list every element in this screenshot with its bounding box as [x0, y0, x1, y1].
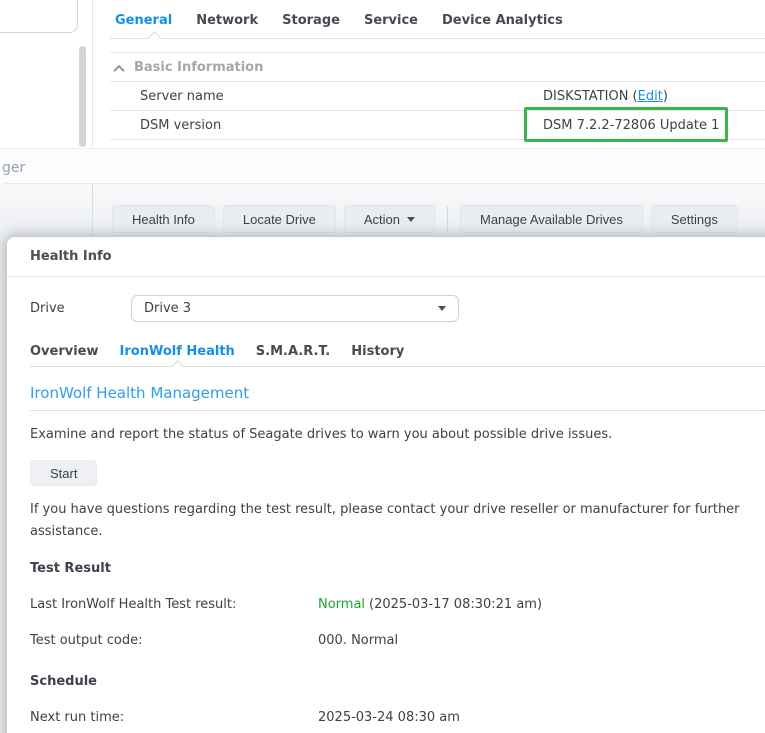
drive-label: Drive: [30, 301, 131, 316]
last-test-row: Last IronWolf Health Test result: Normal…: [30, 597, 765, 612]
toolbar-buttons: Health Info Locate Drive Action Manage A…: [112, 205, 738, 233]
output-code-label: Test output code:: [30, 633, 318, 648]
health-info-button-label: Health Info: [132, 212, 195, 227]
control-panel-tabs: General Network Storage Service Device A…: [92, 0, 765, 28]
locate-drive-button[interactable]: Locate Drive: [223, 205, 336, 233]
tab-overview[interactable]: Overview: [30, 344, 99, 359]
status-badge: Normal: [318, 597, 365, 612]
output-code-row: Test output code: 000. Normal: [30, 633, 765, 648]
toolbar-sidebar-divider: [92, 184, 93, 239]
next-run-value: 2025-03-24 08:30 am: [318, 710, 460, 725]
start-button[interactable]: Start: [30, 460, 97, 486]
manage-available-drives-button[interactable]: Manage Available Drives: [460, 205, 643, 233]
tab-smart[interactable]: S.M.A.R.T.: [256, 344, 330, 359]
toolbar-separator: [447, 206, 448, 232]
active-tab-notch: [148, 31, 161, 44]
ironwolf-heading: IronWolf Health Management: [30, 384, 765, 411]
drive-select-value: Drive 3: [144, 301, 438, 316]
row-divider: [110, 139, 765, 140]
row-divider: [110, 81, 765, 82]
sidebar-search-input[interactable]: [0, 0, 78, 33]
storage-manager-toolbar: Health Info Locate Drive Action Manage A…: [0, 183, 765, 238]
health-info-button[interactable]: Health Info: [112, 205, 215, 233]
storage-manager-window: ger Health Info Locate Drive Action Mana…: [0, 148, 765, 237]
drive-selector-row: Drive Drive 3: [30, 295, 765, 322]
description-text: Examine and report the status of Seagate…: [30, 424, 765, 446]
locate-drive-button-label: Locate Drive: [243, 212, 316, 227]
chevron-up-icon: [113, 65, 124, 76]
next-run-label: Next run time:: [30, 710, 318, 725]
tab-underline: [110, 38, 765, 39]
basic-information-section-header[interactable]: Basic Information: [115, 60, 263, 75]
action-dropdown-button[interactable]: Action: [344, 205, 435, 233]
last-test-label: Last IronWolf Health Test result:: [30, 597, 318, 612]
settings-button-label: Settings: [671, 212, 718, 227]
tab-history[interactable]: History: [351, 344, 404, 359]
section-title: Basic Information: [134, 60, 263, 75]
start-button-label: Start: [50, 466, 77, 481]
settings-button[interactable]: Settings: [651, 205, 738, 233]
output-code-value: 000. Normal: [318, 633, 398, 648]
next-run-row: Next run time: 2025-03-24 08:30 am: [30, 710, 765, 725]
tab-ironwolf-health[interactable]: IronWolf Health: [120, 344, 235, 359]
window-title-partial: ger: [2, 160, 25, 176]
divider-line: [110, 52, 765, 53]
server-name-value: DISKSTATION (Edit): [543, 89, 668, 104]
active-tab-notch: [171, 360, 184, 373]
health-info-dialog: Health Info Drive Drive 3 Overview IronW…: [7, 237, 765, 733]
drive-select[interactable]: Drive 3: [131, 295, 459, 322]
test-result-title: Test Result: [30, 561, 765, 576]
manage-available-drives-button-label: Manage Available Drives: [480, 212, 623, 227]
caret-down-icon: [438, 306, 446, 311]
edit-link[interactable]: Edit: [638, 89, 663, 104]
server-name-text: DISKSTATION (: [543, 89, 638, 104]
sidebar-scrollbar-thumb[interactable]: [79, 46, 86, 147]
last-test-value: Normal (2025-03-17 08:30:21 am): [318, 597, 542, 612]
server-name-suffix: ): [663, 89, 668, 104]
dialog-title: Health Info: [30, 249, 112, 264]
dsm-version-value: DSM 7.2.2-72806 Update 1: [543, 118, 719, 133]
tab-device-analytics[interactable]: Device Analytics: [442, 13, 563, 28]
control-panel-window: General Network Storage Service Device A…: [0, 0, 765, 148]
tab-service[interactable]: Service: [364, 13, 418, 28]
dsm-version-label: DSM version: [140, 118, 221, 133]
schedule-title: Schedule: [30, 674, 765, 689]
control-panel-content: General Network Storage Service Device A…: [92, 0, 765, 148]
row-divider: [110, 110, 765, 111]
dialog-tabs: Overview IronWolf Health S.M.A.R.T. Hist…: [30, 344, 765, 367]
tab-general[interactable]: General: [115, 13, 172, 28]
action-button-label: Action: [364, 212, 400, 227]
server-name-label: Server name: [140, 89, 224, 104]
tab-network[interactable]: Network: [196, 13, 258, 28]
last-test-timestamp: (2025-03-17 08:30:21 am): [369, 597, 542, 612]
tab-storage[interactable]: Storage: [282, 13, 340, 28]
caret-down-icon: [407, 217, 415, 222]
note-text: If you have questions regarding the test…: [30, 499, 755, 543]
screen: General Network Storage Service Device A…: [0, 0, 765, 733]
dialog-header: Health Info: [7, 237, 765, 277]
dialog-body: Drive Drive 3 Overview IronWolf Health S…: [7, 295, 765, 725]
